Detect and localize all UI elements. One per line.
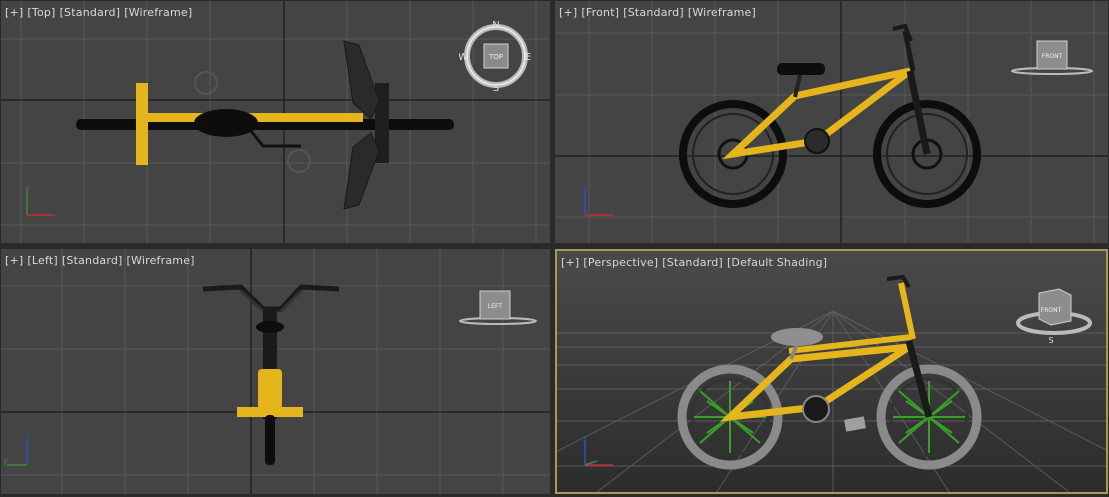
bike-left-view — [202, 284, 340, 465]
axis-tripod-icon: z — [583, 435, 613, 466]
shading-mode-label[interactable]: [Default Shading] — [727, 256, 827, 269]
viewport-label-top[interactable]: [+] [Top] [Standard] [Wireframe] — [5, 6, 196, 19]
viewport-layout: [+] [Top] [Standard] [Wireframe] TOP N S E … — [0, 0, 1109, 497]
axis-z-label: z — [583, 435, 587, 443]
viewport-menu-button[interactable]: [+] — [5, 254, 23, 267]
viewcube-face-label: TOP — [488, 53, 503, 61]
axis-y-label: y — [25, 185, 30, 193]
axis-tripod-icon: y — [25, 185, 55, 216]
viewport-menu-button[interactable]: [+] — [5, 6, 23, 19]
viewcube-icon[interactable]: LEFT — [455, 285, 541, 327]
viewport-perspective[interactable]: [+] [Perspective] [Standard] [Default Shadi… — [555, 249, 1108, 494]
viewcube-face-label: FRONT — [1041, 307, 1062, 314]
view-type-label[interactable]: [Top] — [27, 6, 55, 19]
shading-mode-label[interactable]: [Wireframe] — [688, 6, 756, 19]
viewport-front[interactable]: [+] [Front] [Standard] [Wireframe] FRONT z — [555, 1, 1108, 243]
axis-tripod-icon: z — [583, 185, 613, 216]
viewport-menu-button[interactable]: [+] — [559, 6, 577, 19]
viewcube-face-label: FRONT — [1042, 53, 1063, 60]
viewport-left[interactable]: [+] [Left] [Standard] [Wireframe] LEFT z y — [1, 249, 550, 494]
view-type-label[interactable]: [Perspective] — [583, 256, 658, 269]
view-type-label[interactable]: [Left] — [27, 254, 57, 267]
viewcube-icon[interactable]: FRONT — [1009, 37, 1095, 79]
view-type-label[interactable]: [Front] — [581, 6, 619, 19]
compass-south: S — [493, 83, 499, 93]
compass-east: E — [525, 52, 531, 63]
axis-tripod-icon: z y — [3, 435, 29, 466]
bike-front-view — [679, 23, 981, 208]
compass-north: N — [492, 20, 499, 31]
viewport-menu-button[interactable]: [+] — [561, 256, 579, 269]
axis-z-label: z — [583, 185, 587, 193]
render-mode-label[interactable]: [Standard] — [62, 254, 123, 267]
render-mode-label[interactable]: [Standard] — [662, 256, 723, 269]
viewport-label-front[interactable]: [+] [Front] [Standard] [Wireframe] — [559, 6, 760, 19]
viewport-top[interactable]: [+] [Top] [Standard] [Wireframe] TOP N S E … — [1, 1, 550, 243]
axis-z-label: z — [25, 435, 29, 443]
render-mode-label[interactable]: [Standard] — [623, 6, 684, 19]
viewcube-icon[interactable]: FRONT S — [1011, 285, 1101, 345]
bike-top-view — [76, 40, 454, 210]
compass-west: W — [459, 52, 468, 63]
viewcube-face-label: LEFT — [488, 303, 502, 310]
render-mode-label[interactable]: [Standard] — [60, 6, 121, 19]
compass-ring-icon[interactable]: TOP N S E W — [459, 19, 533, 93]
shading-mode-label[interactable]: [Wireframe] — [124, 6, 192, 19]
shading-mode-label[interactable]: [Wireframe] — [127, 254, 195, 267]
viewport-label-left[interactable]: [+] [Left] [Standard] [Wireframe] — [5, 254, 199, 267]
axis-y-label: y — [3, 456, 8, 465]
compass-south: S — [1048, 336, 1053, 345]
viewport-label-perspective[interactable]: [+] [Perspective] [Standard] [Default Shadi… — [561, 256, 831, 269]
